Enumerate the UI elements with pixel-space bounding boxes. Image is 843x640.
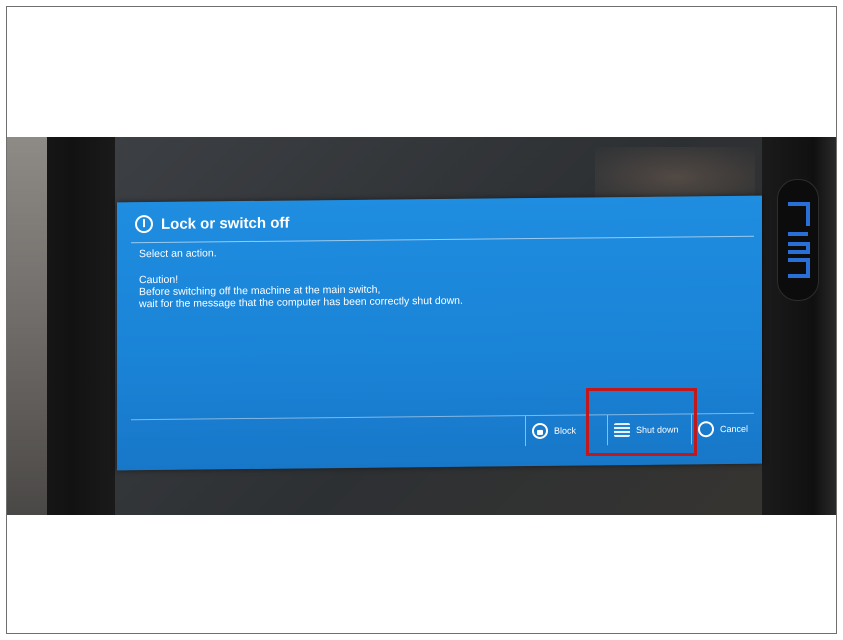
shut-down-highlight-box — [586, 388, 697, 456]
dialog-header: Lock or switch off — [135, 209, 289, 239]
cancel-icon — [698, 421, 714, 438]
power-icon — [135, 215, 153, 234]
caution-heading: Caution! — [139, 273, 179, 287]
caution-line-2: wait for the message that the computer h… — [139, 294, 463, 311]
cancel-button[interactable]: Cancel — [691, 413, 761, 445]
cancel-label: Cancel — [720, 423, 749, 435]
block-label: Block — [554, 425, 577, 436]
brand-logo — [777, 179, 819, 301]
background-wall — [7, 137, 47, 515]
dialog-title: Lock or switch off — [161, 214, 290, 233]
lock-icon — [532, 422, 548, 440]
prompt-text: Select an action. — [139, 247, 217, 261]
device-photo: Lock or switch off Select an action. Cau… — [7, 137, 836, 515]
